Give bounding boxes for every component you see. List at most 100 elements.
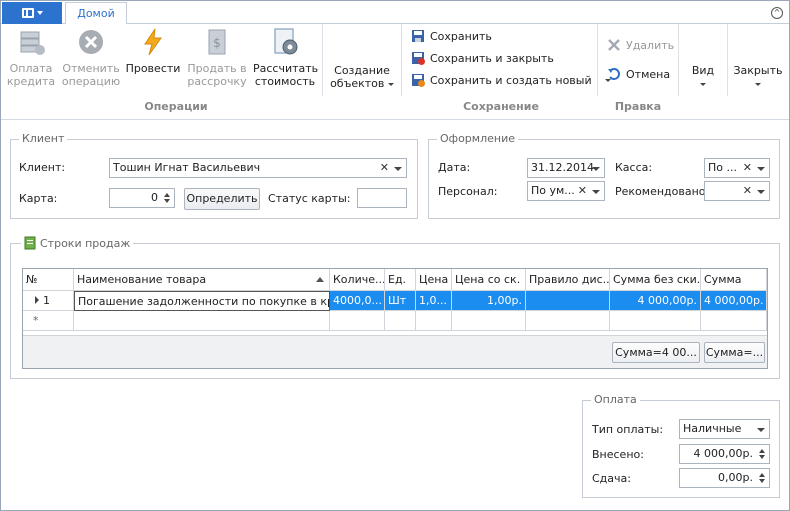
ribbon-separator bbox=[322, 24, 323, 96]
chevron-down-icon bbox=[36, 11, 43, 15]
date-picker[interactable]: 31.12.2014 bbox=[527, 158, 605, 178]
pay-credit-label: Оплата кредита bbox=[6, 62, 56, 88]
cell-unit[interactable]: Шт bbox=[385, 291, 416, 311]
chevron-down-icon[interactable] bbox=[757, 167, 765, 171]
new-row-cell[interactable] bbox=[526, 311, 610, 331]
document-gear-icon bbox=[274, 28, 298, 55]
step-up-icon[interactable] bbox=[759, 473, 765, 477]
view-label: Вид bbox=[691, 64, 715, 77]
column-header-unit[interactable]: Ед. bbox=[385, 269, 416, 291]
new-row-cell[interactable] bbox=[610, 311, 701, 331]
change-stepper[interactable]: 0,00р. bbox=[679, 468, 770, 488]
new-row-marker[interactable]: * bbox=[23, 311, 74, 331]
cell-price-disc[interactable]: 1,00р. bbox=[452, 291, 526, 311]
chevron-down-icon[interactable] bbox=[394, 167, 402, 171]
card-status-field[interactable] bbox=[357, 188, 407, 208]
cashbox-label: Касса: bbox=[615, 161, 653, 174]
column-header-rule[interactable]: Правило дис... bbox=[526, 269, 610, 291]
cell-qty[interactable]: 4000,0... bbox=[330, 291, 385, 311]
table-row[interactable]: 1 bbox=[23, 291, 74, 311]
date-label: Дата: bbox=[438, 161, 471, 174]
chevron-down-icon[interactable] bbox=[592, 167, 600, 171]
change-value: 0,00р. bbox=[718, 471, 753, 484]
chevron-down-icon[interactable] bbox=[757, 428, 765, 432]
post-button[interactable]: Провести bbox=[125, 26, 181, 94]
chevron-down-icon[interactable] bbox=[757, 190, 765, 194]
pay-credit-button[interactable]: Оплата кредита bbox=[5, 26, 57, 94]
cancel-operation-button[interactable]: Отменить операцию bbox=[61, 26, 121, 94]
cashbox-value: По ... bbox=[708, 161, 737, 174]
delete-label: Удалить bbox=[626, 38, 675, 52]
summary-sum[interactable]: Сумма=... bbox=[704, 342, 765, 363]
delete-button[interactable]: Удалить bbox=[607, 36, 674, 54]
clear-icon[interactable]: ✕ bbox=[743, 159, 752, 177]
column-header-price-disc[interactable]: Цена со ск. bbox=[452, 269, 526, 291]
chevron-down-icon bbox=[387, 82, 394, 86]
view-button[interactable]: Вид bbox=[681, 64, 725, 94]
ribbon-separator bbox=[727, 24, 728, 96]
step-down-icon[interactable] bbox=[759, 455, 765, 459]
recommended-select[interactable]: ✕ bbox=[704, 181, 770, 201]
grid-summary-bar: Сумма=4 00... Сумма=... bbox=[23, 335, 767, 368]
save-new-button[interactable]: Сохранить и создать новый bbox=[411, 71, 611, 89]
paid-stepper[interactable]: 4 000,00р. bbox=[679, 444, 770, 464]
app-menu-button[interactable] bbox=[2, 2, 62, 24]
new-row-cell[interactable] bbox=[452, 311, 526, 331]
column-header-num[interactable]: № bbox=[23, 269, 74, 291]
staff-select[interactable]: По ум... ✕ bbox=[527, 181, 605, 201]
save-close-button[interactable]: Сохранить и закрыть bbox=[411, 49, 554, 67]
floppy-close-icon bbox=[412, 52, 425, 65]
close-button[interactable]: Закрыть bbox=[731, 64, 785, 94]
save-group-label: Сохранение bbox=[463, 100, 539, 113]
undo-button[interactable]: Отмена bbox=[607, 65, 670, 83]
clear-icon[interactable]: ✕ bbox=[743, 182, 752, 200]
ribbon-separator bbox=[401, 24, 402, 96]
receipt-dollar-icon: $ bbox=[208, 29, 226, 55]
calc-cost-button[interactable]: Рассчитать стоимость bbox=[253, 26, 319, 94]
collapse-ribbon-icon[interactable]: ^ bbox=[771, 7, 783, 19]
column-header-price[interactable]: Цена bbox=[416, 269, 452, 291]
cancel-circle-icon bbox=[79, 30, 103, 54]
summary-sum-nodisc[interactable]: Сумма=4 00... bbox=[612, 342, 700, 363]
new-row-cell[interactable] bbox=[701, 311, 767, 331]
clear-icon[interactable]: ✕ bbox=[578, 182, 587, 200]
step-down-icon[interactable] bbox=[164, 199, 170, 203]
tab-home[interactable]: Домой bbox=[65, 2, 127, 25]
step-down-icon[interactable] bbox=[759, 479, 765, 483]
client-group-title: Клиент bbox=[19, 132, 68, 145]
cell-rule[interactable] bbox=[526, 291, 610, 311]
client-value: Тошин Игнат Васильевич bbox=[113, 161, 261, 174]
staff-value: По ум... bbox=[531, 184, 575, 197]
new-row-cell[interactable] bbox=[330, 311, 385, 331]
clear-icon[interactable]: ✕ bbox=[380, 159, 389, 177]
save-new-label: Сохранить и создать новый bbox=[430, 73, 592, 87]
save-button[interactable]: Сохранить bbox=[411, 27, 492, 45]
card-stepper[interactable]: 0 bbox=[109, 188, 175, 208]
step-up-icon[interactable] bbox=[164, 193, 170, 197]
sales-grid[interactable]: № Наименование товара Количе... Ед. Цена… bbox=[22, 268, 768, 369]
client-label: Клиент: bbox=[19, 161, 66, 174]
chevron-down-icon[interactable] bbox=[592, 190, 600, 194]
create-objects-button[interactable]: Создание объектов bbox=[327, 64, 397, 94]
cell-name[interactable]: Погашение задолженности по покупке в кре… bbox=[74, 291, 330, 311]
payment-type-select[interactable]: Наличные bbox=[679, 419, 770, 439]
column-header-name[interactable]: Наименование товара bbox=[74, 269, 330, 291]
cell-sum-nodisc[interactable]: 4 000,00р. bbox=[610, 291, 701, 311]
column-header-sum-nodisc[interactable]: Сумма без ски... bbox=[610, 269, 701, 291]
column-header-sum[interactable]: Сумма bbox=[701, 269, 767, 291]
cell-sum[interactable]: 4 000,00р. bbox=[701, 291, 767, 311]
new-row-cell[interactable] bbox=[416, 311, 452, 331]
payment-group-title: Оплата bbox=[591, 393, 640, 406]
cashbox-select[interactable]: По ... ✕ bbox=[704, 158, 770, 178]
cell-price[interactable]: 1,0... bbox=[416, 291, 452, 311]
client-select[interactable]: Тошин Игнат Васильевич ✕ bbox=[109, 158, 407, 178]
new-row-cell[interactable] bbox=[74, 311, 330, 331]
sell-installment-label: Продать в рассрочку bbox=[187, 62, 247, 88]
column-header-qty[interactable]: Количе... bbox=[330, 269, 385, 291]
save-label: Сохранить bbox=[430, 29, 492, 43]
detect-card-button[interactable]: Определить bbox=[184, 188, 260, 210]
sell-installment-button[interactable]: $ Продать в рассрочку bbox=[185, 26, 249, 94]
step-up-icon[interactable] bbox=[759, 449, 765, 453]
calc-cost-label: Рассчитать стоимость bbox=[253, 62, 319, 88]
new-row-cell[interactable] bbox=[385, 311, 416, 331]
